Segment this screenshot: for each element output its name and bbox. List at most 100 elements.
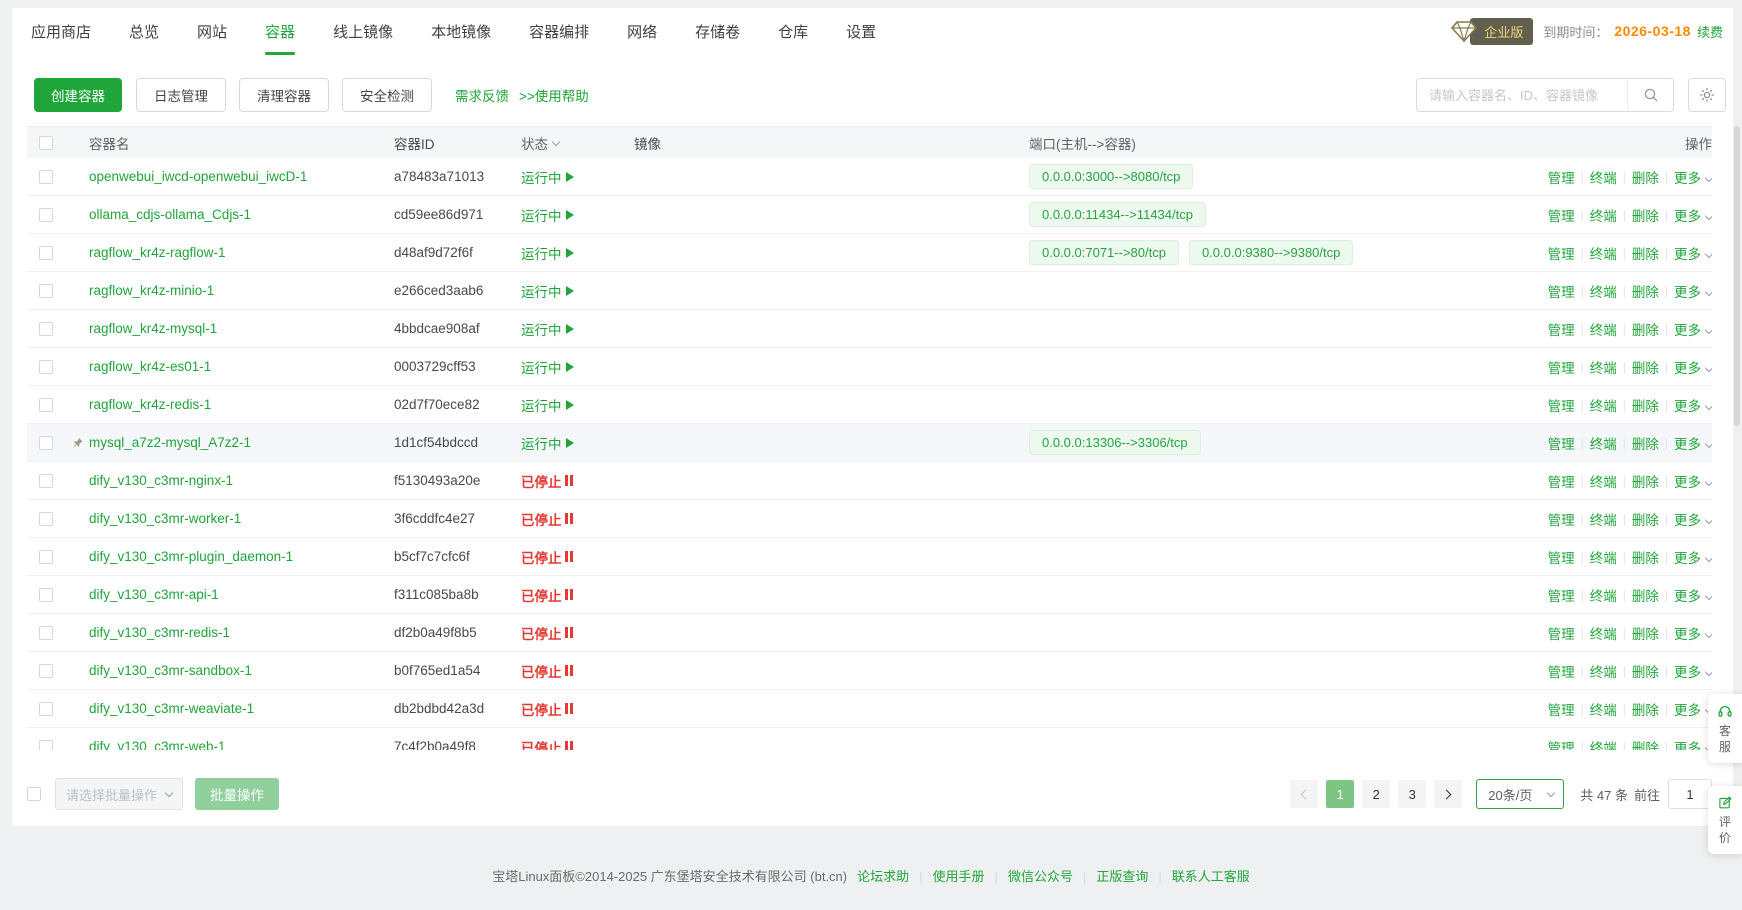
action-终端[interactable]: 终端	[1590, 737, 1617, 751]
container-name-link[interactable]: dify_v130_c3mr-redis-1	[89, 625, 230, 640]
action-更多[interactable]: 更多	[1674, 661, 1712, 681]
help-link[interactable]: >>使用帮助	[519, 85, 589, 105]
clean-container-button[interactable]: 清理容器	[239, 78, 329, 112]
batch-execute-button[interactable]: 批量操作	[195, 778, 279, 810]
row-checkbox[interactable]	[39, 436, 53, 450]
container-name-link[interactable]: openwebui_iwcd-openwebui_iwcD-1	[89, 169, 307, 184]
action-更多[interactable]: 更多	[1674, 167, 1712, 187]
action-删除[interactable]: 删除	[1632, 433, 1659, 453]
next-page-button[interactable]	[1434, 780, 1462, 808]
container-name-link[interactable]: dify_v130_c3mr-web-1	[89, 739, 226, 750]
action-终端[interactable]: 终端	[1590, 281, 1617, 301]
action-删除[interactable]: 删除	[1632, 167, 1659, 187]
container-name-link[interactable]: dify_v130_c3mr-weaviate-1	[89, 701, 254, 716]
action-终端[interactable]: 终端	[1590, 699, 1617, 719]
action-管理[interactable]: 管理	[1548, 623, 1575, 643]
page-size-select[interactable]: 20条/页	[1476, 779, 1564, 809]
action-管理[interactable]: 管理	[1548, 205, 1575, 225]
row-checkbox[interactable]	[39, 702, 53, 716]
action-终端[interactable]: 终端	[1590, 319, 1617, 339]
action-更多[interactable]: 更多	[1674, 509, 1712, 529]
nav-item-网络[interactable]: 网络	[627, 8, 657, 55]
action-删除[interactable]: 删除	[1632, 509, 1659, 529]
action-删除[interactable]: 删除	[1632, 281, 1659, 301]
footer-link-使用手册[interactable]: 使用手册	[933, 869, 985, 884]
page-number-button[interactable]: 2	[1362, 780, 1390, 808]
action-删除[interactable]: 删除	[1632, 319, 1659, 339]
row-checkbox[interactable]	[39, 398, 53, 412]
container-name-link[interactable]: dify_v130_c3mr-plugin_daemon-1	[89, 549, 293, 564]
search-button[interactable]	[1627, 79, 1673, 111]
action-更多[interactable]: 更多	[1674, 737, 1712, 751]
action-删除[interactable]: 删除	[1632, 471, 1659, 491]
container-name-link[interactable]: dify_v130_c3mr-api-1	[89, 587, 219, 602]
action-更多[interactable]: 更多	[1674, 547, 1712, 567]
row-checkbox[interactable]	[39, 246, 53, 260]
action-终端[interactable]: 终端	[1590, 433, 1617, 453]
action-管理[interactable]: 管理	[1548, 357, 1575, 377]
action-更多[interactable]: 更多	[1674, 395, 1712, 415]
action-终端[interactable]: 终端	[1590, 205, 1617, 225]
action-管理[interactable]: 管理	[1548, 243, 1575, 263]
action-管理[interactable]: 管理	[1548, 509, 1575, 529]
row-checkbox[interactable]	[39, 626, 53, 640]
action-终端[interactable]: 终端	[1590, 585, 1617, 605]
row-checkbox[interactable]	[39, 550, 53, 564]
action-管理[interactable]: 管理	[1548, 547, 1575, 567]
action-管理[interactable]: 管理	[1548, 737, 1575, 751]
action-删除[interactable]: 删除	[1632, 243, 1659, 263]
page-number-button[interactable]: 3	[1398, 780, 1426, 808]
nav-item-网站[interactable]: 网站	[197, 8, 227, 55]
nav-item-仓库[interactable]: 仓库	[778, 8, 808, 55]
nav-item-容器编排[interactable]: 容器编排	[529, 8, 589, 55]
action-删除[interactable]: 删除	[1632, 205, 1659, 225]
page-number-button[interactable]: 1	[1326, 780, 1354, 808]
action-终端[interactable]: 终端	[1590, 623, 1617, 643]
action-终端[interactable]: 终端	[1590, 661, 1617, 681]
action-管理[interactable]: 管理	[1548, 167, 1575, 187]
batch-select-all-checkbox[interactable]	[27, 787, 41, 801]
scrollbar-thumb[interactable]	[1734, 126, 1740, 426]
container-name-link[interactable]: dify_v130_c3mr-sandbox-1	[89, 663, 252, 678]
action-管理[interactable]: 管理	[1548, 395, 1575, 415]
action-更多[interactable]: 更多	[1674, 281, 1712, 301]
action-终端[interactable]: 终端	[1590, 471, 1617, 491]
container-name-link[interactable]: mysql_a7z2-mysql_A7z2-1	[89, 435, 251, 450]
action-终端[interactable]: 终端	[1590, 357, 1617, 377]
log-manage-button[interactable]: 日志管理	[136, 78, 226, 112]
container-name-link[interactable]: dify_v130_c3mr-worker-1	[89, 511, 241, 526]
action-终端[interactable]: 终端	[1590, 167, 1617, 187]
footer-link-论坛求助[interactable]: 论坛求助	[857, 869, 909, 884]
action-更多[interactable]: 更多	[1674, 319, 1712, 339]
create-container-button[interactable]: 创建容器	[34, 78, 122, 112]
action-终端[interactable]: 终端	[1590, 243, 1617, 263]
container-name-link[interactable]: ragflow_kr4z-redis-1	[89, 397, 211, 412]
prev-page-button[interactable]	[1290, 780, 1318, 808]
header-status-filter[interactable]: 状态	[521, 133, 634, 153]
action-删除[interactable]: 删除	[1632, 395, 1659, 415]
action-管理[interactable]: 管理	[1548, 281, 1575, 301]
goto-page-input[interactable]	[1668, 779, 1712, 809]
action-管理[interactable]: 管理	[1548, 661, 1575, 681]
nav-item-总览[interactable]: 总览	[129, 8, 159, 55]
select-all-checkbox[interactable]	[39, 136, 53, 150]
action-删除[interactable]: 删除	[1632, 661, 1659, 681]
action-更多[interactable]: 更多	[1674, 205, 1712, 225]
review-float-button[interactable]: 评价	[1708, 786, 1742, 854]
action-管理[interactable]: 管理	[1548, 699, 1575, 719]
feedback-link[interactable]: 需求反馈	[455, 85, 509, 105]
action-更多[interactable]: 更多	[1674, 471, 1712, 491]
action-删除[interactable]: 删除	[1632, 357, 1659, 377]
row-checkbox[interactable]	[39, 512, 53, 526]
action-更多[interactable]: 更多	[1674, 699, 1712, 719]
action-删除[interactable]: 删除	[1632, 547, 1659, 567]
row-checkbox[interactable]	[39, 474, 53, 488]
row-checkbox[interactable]	[39, 284, 53, 298]
action-更多[interactable]: 更多	[1674, 357, 1712, 377]
footer-link-正版查询[interactable]: 正版查询	[1096, 869, 1148, 884]
row-checkbox[interactable]	[39, 170, 53, 184]
action-管理[interactable]: 管理	[1548, 433, 1575, 453]
container-name-link[interactable]: ollama_cdjs-ollama_Cdjs-1	[89, 207, 251, 222]
action-更多[interactable]: 更多	[1674, 585, 1712, 605]
action-管理[interactable]: 管理	[1548, 471, 1575, 491]
